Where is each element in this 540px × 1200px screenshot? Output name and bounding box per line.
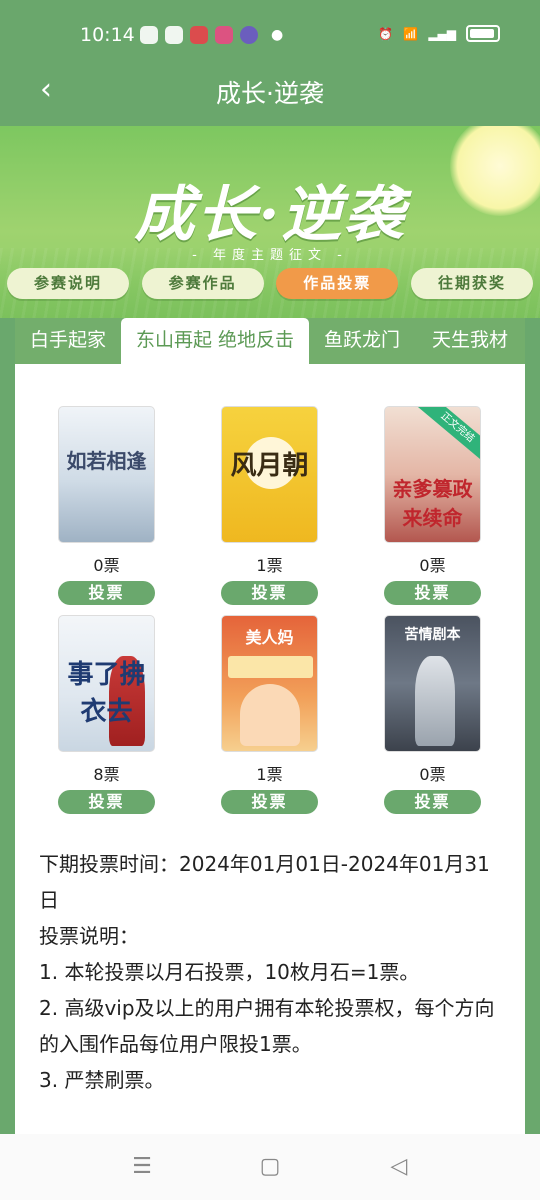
category-tabs: 白手起家 东山再起 绝地反击 鱼跃龙门 天生我材 [15,318,525,364]
system-nav-bar: ☰ ▢ ◁ [0,1134,540,1200]
vote-count: 0票 [419,765,446,784]
back-nav-icon[interactable]: ◁ [386,1154,412,1180]
banner-subtitle: - 年度主题征文 - [192,248,348,263]
alarm-icon: ⏰ [378,26,394,41]
book-cover[interactable]: 正文完结 亲爹篡政来续命 [384,406,481,543]
cover-title: 苦情剧本 [404,627,461,643]
vote-rules-heading: 投票说明： [39,924,139,948]
book-card: 美人妈 1票 投票 [221,615,318,814]
cover-title: 事了拂衣去 [67,660,146,727]
vote-count: 8票 [93,765,120,784]
cover-title: 如若相逢 [66,449,147,473]
battery-icon [466,25,500,42]
status-bar: 10:14 ● ⏰ 📶 ▂▄▆ [0,22,540,50]
book-card: 事了拂衣去 8票 投票 [58,615,155,814]
vote-count: 0票 [93,556,120,575]
pill-entries[interactable]: 参赛作品 [141,268,264,299]
pill-voting[interactable]: 作品投票 [276,268,399,299]
completed-ribbon: 正文完结 [416,407,480,464]
book-cover[interactable]: 如若相逢 [58,406,155,543]
more-notifications-icon: ● [271,27,284,43]
book-grid: 如若相逢 0票 投票 风月朝 1票 投票 正文完结 亲爹篡政来续命 0票 投票 [58,406,481,814]
book-cover[interactable]: 苦情剧本 [384,615,481,752]
cover-title: 美人妈 [245,628,294,647]
home-icon[interactable]: ▢ [257,1154,283,1180]
vote-rule: 3. 严禁刷票。 [39,1068,165,1092]
vote-count: 0票 [419,556,446,575]
vote-info: 下期投票时间：2024年01月01日-2024年01月31日 投票说明： 1. … [39,846,505,1098]
notification-icons: ● [140,26,283,44]
book-card: 正文完结 亲爹篡政来续命 0票 投票 [384,406,481,605]
cover-figure [415,656,455,746]
tab-dongshan[interactable]: 东山再起 绝地反击 [121,318,309,364]
wifi-icon: 📶 [403,26,419,41]
vote-button[interactable]: 投票 [221,581,318,605]
status-time: 10:14 [80,24,135,46]
pill-past-winners[interactable]: 往期获奖 [410,268,533,299]
menu-icon[interactable]: ☰ [129,1154,155,1180]
vote-button[interactable]: 投票 [58,581,155,605]
book-cover[interactable]: 美人妈 [221,615,318,752]
page-title: 成长·逆袭 [216,79,324,108]
tab-baishou[interactable]: 白手起家 [15,318,121,364]
cover-title: 亲爹篡政来续命 [392,477,473,530]
vote-rule: 2. 高级vip及以上的用户拥有本轮投票权，每个方向的入围作品每位用户限投1票。 [39,996,495,1056]
book-card: 如若相逢 0票 投票 [58,406,155,605]
vote-button[interactable]: 投票 [58,790,155,814]
top-bar: 10:14 ● ⏰ 📶 ▂▄▆ ‹ 成长·逆袭 [0,0,540,126]
app-icon [240,26,258,44]
vote-count: 1票 [256,765,283,784]
vote-button[interactable]: 投票 [384,790,481,814]
wechat-icon [140,26,158,44]
signal-icon: ▂▄▆ [428,26,456,41]
banner-title: 成长·逆袭 [134,180,406,250]
banner: 成长·逆袭 - 年度主题征文 - 参赛说明 参赛作品 作品投票 往期获奖 [0,126,540,318]
content-panel: 如若相逢 0票 投票 风月朝 1票 投票 正文完结 亲爹篡政来续命 0票 投票 [15,364,525,1134]
cover-band [228,656,313,678]
book-card: 苦情剧本 0票 投票 [384,615,481,814]
cover-figure [240,684,300,746]
pill-rules[interactable]: 参赛说明 [7,268,129,299]
next-vote-time: 下期投票时间：2024年01月01日-2024年01月31日 [39,852,490,912]
vote-button[interactable]: 投票 [221,790,318,814]
cover-title: 风月朝 [230,451,309,481]
weibo-icon [190,26,208,44]
tab-yuyue[interactable]: 鱼跃龙门 [309,318,415,364]
book-card: 风月朝 1票 投票 [221,406,318,605]
tab-tiansheng[interactable]: 天生我材 [415,318,525,364]
vote-rule: 1. 本轮投票以月石投票，10枚月石=1票。 [39,960,420,984]
vote-count: 1票 [256,556,283,575]
app-icon [215,26,233,44]
book-cover[interactable]: 事了拂衣去 [58,615,155,752]
system-status-icons: ⏰ 📶 ▂▄▆ [378,25,500,42]
section-pills: 参赛说明 参赛作品 作品投票 往期获奖 [7,268,533,299]
vote-button[interactable]: 投票 [384,581,481,605]
message-icon [165,26,183,44]
book-cover[interactable]: 风月朝 [221,406,318,543]
